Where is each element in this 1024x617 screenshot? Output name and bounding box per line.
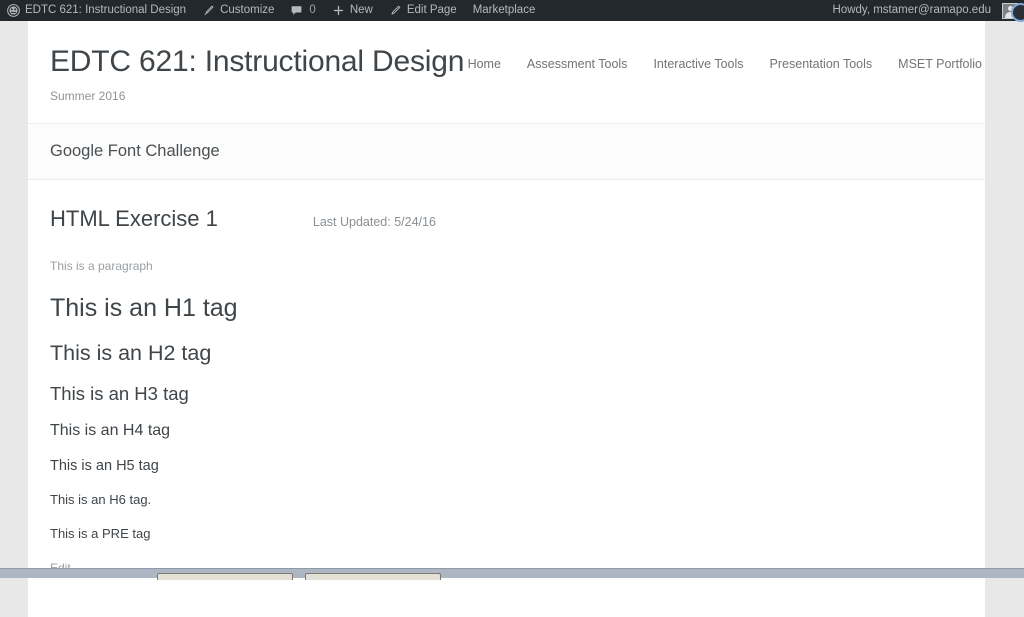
admin-bar-marketplace-label: Marketplace <box>473 0 536 21</box>
entry-header: HTML Exercise 1 Last Updated: 5/24/16 <box>50 206 963 232</box>
taskbar-window-button-1[interactable] <box>157 573 293 580</box>
demo-h3-heading: This is an H3 tag <box>50 367 963 405</box>
browser-overlay-icon <box>1011 3 1024 22</box>
site-branding: EDTC 621: Instructional Design Summer 20… <box>28 45 464 103</box>
entry-title: HTML Exercise 1 <box>50 206 218 232</box>
os-taskbar <box>0 568 1024 578</box>
demo-paragraph: This is a paragraph <box>50 258 963 275</box>
admin-bar-right-group: Howdy, mstamer@ramapo.edu <box>826 0 1024 21</box>
wordpress-logo-icon <box>7 4 20 17</box>
comment-bubble-icon <box>290 4 303 17</box>
page-canvas: EDTC 621: Instructional Design Summer 20… <box>0 21 1024 569</box>
nav-item-interactive-tools[interactable]: Interactive Tools <box>653 57 743 71</box>
demo-h5-heading: This is an H5 tag <box>50 441 963 475</box>
admin-bar-edit-page-label: Edit Page <box>407 0 457 21</box>
pencil-icon <box>389 4 402 17</box>
nav-item-mset-portfolio[interactable]: MSET Portfolio <box>898 57 982 71</box>
admin-bar-greeting: Howdy, mstamer@ramapo.edu <box>833 0 991 21</box>
last-updated-text: Last Updated: 5/24/16 <box>313 215 436 229</box>
admin-bar-customize-label: Customize <box>220 0 274 21</box>
demo-h2-heading: This is an H2 tag <box>50 324 963 367</box>
site-title[interactable]: EDTC 621: Instructional Design <box>50 45 464 80</box>
site-header: EDTC 621: Instructional Design Summer 20… <box>28 21 985 124</box>
demo-h1-heading: This is an H1 tag <box>50 275 963 324</box>
nav-item-presentation-tools[interactable]: Presentation Tools <box>770 57 873 71</box>
site-description: Summer 2016 <box>50 89 464 103</box>
admin-bar-new-label: New <box>350 0 373 21</box>
nav-item-assessment-tools[interactable]: Assessment Tools <box>527 57 628 71</box>
plus-icon <box>332 4 345 17</box>
admin-bar-edit-page[interactable]: Edit Page <box>381 0 465 21</box>
admin-bar-my-account[interactable]: Howdy, mstamer@ramapo.edu <box>826 0 1022 21</box>
admin-bar-left-group: EDTC 621: Instructional Design Customize… <box>0 0 543 21</box>
demo-pre-block: This is a PRE tag <box>50 508 963 542</box>
page-title: Google Font Challenge <box>50 142 220 161</box>
admin-bar-comment-count: 0 <box>308 0 315 21</box>
admin-bar-site-name-label: EDTC 621: Instructional Design <box>25 0 186 21</box>
taskbar-window-button-2[interactable] <box>305 573 441 580</box>
page-title-bar: Google Font Challenge <box>28 124 985 180</box>
admin-bar-customize[interactable]: Customize <box>194 0 282 21</box>
admin-bar-new-content[interactable]: New <box>324 0 381 21</box>
admin-bar-marketplace[interactable]: Marketplace <box>465 0 544 21</box>
main-content: HTML Exercise 1 Last Updated: 5/24/16 Th… <box>28 180 985 617</box>
admin-bar-site-name[interactable]: EDTC 621: Instructional Design <box>0 0 194 21</box>
wp-admin-bar: EDTC 621: Instructional Design Customize… <box>0 0 1024 21</box>
admin-bar-comments[interactable]: 0 <box>282 0 323 21</box>
entry-body: This is a paragraph This is an H1 tag Th… <box>50 232 963 577</box>
site-container: EDTC 621: Instructional Design Summer 20… <box>28 21 985 617</box>
paintbrush-icon <box>202 4 215 17</box>
demo-h4-heading: This is an H4 tag <box>50 405 963 441</box>
demo-h6-heading: This is an H6 tag. <box>50 475 963 508</box>
primary-navigation: Home Assessment Tools Interactive Tools … <box>468 45 985 71</box>
nav-item-home[interactable]: Home <box>468 57 501 71</box>
